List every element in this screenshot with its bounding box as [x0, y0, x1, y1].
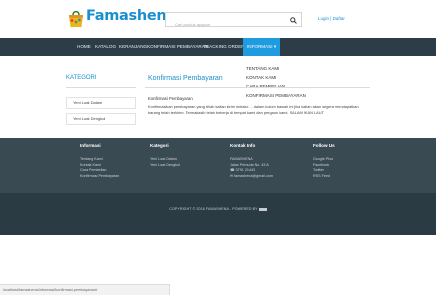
footer-heading: Informasi	[80, 143, 101, 148]
social-link-google-plus[interactable]: Google Plus	[313, 157, 335, 163]
content-subtitle: Konfirmasi Pembayaran	[148, 96, 193, 101]
page-title: Konfirmasi Pembayaran	[148, 75, 223, 82]
search-button[interactable]	[287, 14, 299, 26]
nav-konfirmasi-pembayaran[interactable]: KONFIRMASI PEMBAYARAN	[147, 38, 208, 56]
contact-email[interactable]: ✉ famashena@gmail.com	[230, 174, 273, 180]
sidebar-divider	[66, 87, 136, 88]
footer-column-kategori: Kategori Yeni Loat Dalam Yeni Loat Dengk…	[150, 143, 180, 168]
category-item[interactable]: Yeni Loat Dalam	[66, 97, 136, 109]
footer-column-kontak-info: Kontak Info FAMASHENA Jalan Pemuda No. 4…	[230, 143, 273, 179]
social-link-rss[interactable]: RSS Feed	[313, 174, 335, 180]
footer: Informasi Tentang Kami Kontak Kami Cara …	[0, 138, 436, 193]
nav-home[interactable]: HOME	[77, 38, 91, 56]
copyright-bar: COPYRIGHT © 2016 FAMASHENA - POWERED BY	[0, 193, 436, 235]
login-register-link[interactable]: Login | Daftar	[318, 16, 345, 21]
nav-katalog[interactable]: KATALOG	[95, 38, 116, 56]
nav-keranjang[interactable]: KERANJANG	[119, 38, 147, 56]
status-url: localhost/famashena/informasi/konfirmasi…	[3, 288, 98, 292]
copyright-label: COPYRIGHT © 2016 FAMASHENA - POWERED BY	[169, 207, 258, 211]
copyright-text: COPYRIGHT © 2016 FAMASHENA - POWERED BY	[0, 207, 436, 211]
search-input[interactable]	[166, 18, 286, 31]
contact-email-text: famashena@gmail.com	[234, 173, 273, 178]
category-item[interactable]: Yeni Loat Dengkol	[66, 113, 136, 125]
footer-column-follow-us: Follow Us Google Plus Facebook Twitter R…	[313, 143, 335, 179]
nav-informasi-label: INFORMASI	[247, 44, 273, 49]
powered-by-logo-icon[interactable]	[258, 207, 267, 211]
search-icon	[289, 16, 297, 24]
menu-item-kontak-kami[interactable]: KONTAK KAMI	[243, 73, 333, 82]
footer-link[interactable]: Yeni Loat Dalam	[150, 157, 180, 163]
footer-column-informasi: Informasi Tentang Kami Kontak Kami Cara …	[80, 143, 119, 179]
chevron-down-icon: ▾	[273, 44, 277, 49]
site-logo[interactable]: Famashena	[66, 6, 176, 32]
logo-text: Famashena	[86, 8, 176, 24]
content-body: Konfirmasikan pembayaran yang telah kali…	[148, 104, 359, 115]
footer-heading: Follow Us	[313, 143, 335, 148]
footer-link[interactable]: Yeni Loat Dengkol	[150, 163, 180, 169]
browser-status-bar: localhost/famashena/informasi/konfirmasi…	[0, 284, 170, 295]
informasi-dropdown-menu: TENTANG KAMI KONTAK KAMI CARA PEMBELIAN …	[243, 64, 333, 100]
search-box	[165, 12, 302, 31]
nav-tracking-order[interactable]: TRACKING ORDER	[203, 38, 245, 56]
footer-heading: Kategori	[150, 143, 169, 148]
shopping-bag-icon	[69, 10, 83, 27]
footer-heading: Kontak Info	[230, 143, 256, 148]
contact-phone-text: 0791 21443	[235, 168, 256, 172]
sidebar-title: KATEGORI	[66, 75, 97, 81]
menu-item-konfirmasi-pembayaran[interactable]: KONFIRMASI PEMBAYARAN	[243, 91, 333, 100]
main-nav: HOME KATALOG KERANJANG KONFIRMASI PEMBAY…	[0, 38, 436, 56]
menu-item-tentang-kami[interactable]: TENTANG KAMI	[243, 64, 333, 73]
footer-link[interactable]: Konfirmasi Pembayaran	[80, 174, 119, 180]
email-icon: ✉	[230, 173, 234, 178]
content-divider	[145, 87, 370, 88]
nav-informasi[interactable]: INFORMASI ▾	[243, 38, 281, 56]
phone-icon: ☎	[230, 168, 235, 172]
